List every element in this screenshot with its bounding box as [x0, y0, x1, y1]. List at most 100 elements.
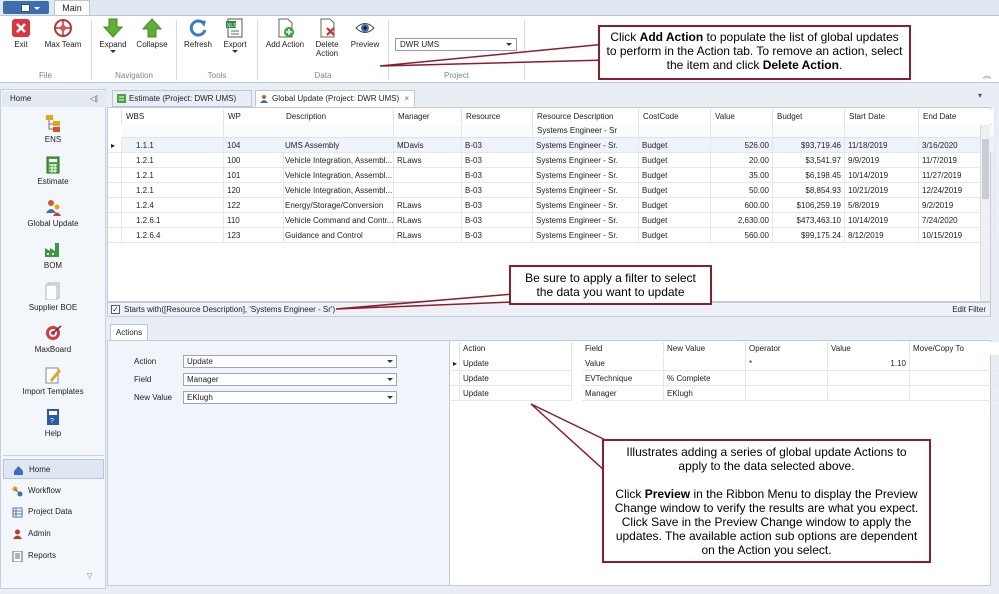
bottom-nav-home[interactable]: Home — [3, 459, 104, 479]
bottom-nav-workflow[interactable]: Workflow — [3, 481, 104, 501]
exit-button[interactable]: Exit — [5, 18, 37, 49]
filter-cell[interactable] — [282, 125, 394, 138]
column-header[interactable]: Resource Description — [533, 109, 639, 124]
grid-cell[interactable]: 1.2.1 — [122, 153, 224, 168]
grid-cell[interactable]: 1.1.1 — [122, 138, 224, 153]
actions-cell[interactable] — [828, 371, 910, 386]
sidebar-item-ens[interactable]: ENS — [1, 114, 105, 144]
collapse-sidebar-icon[interactable]: ◁| — [90, 94, 98, 103]
filter-cell[interactable] — [394, 125, 462, 138]
grid-cell[interactable]: B-03 — [462, 183, 533, 198]
filter-cell[interactable] — [711, 125, 773, 138]
grid-cell[interactable]: 5/8/2019 — [845, 198, 919, 213]
column-header[interactable]: Description — [282, 109, 394, 124]
grid-cell[interactable]: RLaws — [394, 213, 462, 228]
grid-cell[interactable]: Systems Engineer - Sr. — [533, 138, 639, 153]
row-selector[interactable] — [108, 153, 122, 168]
grid-cell[interactable]: 10/14/2019 — [845, 168, 919, 183]
grid-cell[interactable]: 123 — [224, 228, 284, 243]
grid-cell[interactable]: RLaws — [394, 153, 462, 168]
grid-cell[interactable]: $6,198.45 — [773, 168, 845, 183]
actions-cell[interactable] — [664, 356, 746, 371]
grid-cell[interactable]: Systems Engineer - Sr. — [533, 213, 639, 228]
actions-cell[interactable] — [910, 386, 999, 401]
grid-cell[interactable]: 35.00 — [711, 168, 773, 183]
bottom-nav-reports[interactable]: Reports — [3, 546, 104, 566]
row-selector[interactable] — [108, 168, 122, 183]
grid-cell[interactable]: Budget — [639, 213, 711, 228]
grid-cell[interactable]: Budget — [639, 153, 711, 168]
project-select[interactable]: DWR UMS — [395, 38, 517, 51]
grid-cell[interactable]: 560.00 — [711, 228, 773, 243]
edit-filter-link[interactable]: Edit Filter — [952, 303, 986, 316]
actions-column-header[interactable]: Field — [582, 342, 664, 355]
field-select[interactable]: Manager — [183, 373, 397, 386]
expand-button[interactable]: Expand — [96, 18, 130, 56]
sidebar-item-help[interactable]: ? Help — [1, 408, 105, 438]
grid-cell[interactable]: $8,854.93 — [773, 183, 845, 198]
scrollbar-thumb[interactable] — [982, 139, 989, 199]
grid-cell[interactable]: 10/21/2019 — [845, 183, 919, 198]
grid-scrollbar[interactable] — [980, 125, 990, 301]
tab-main[interactable]: Main — [54, 0, 90, 16]
grid-cell[interactable]: B-03 — [462, 168, 533, 183]
grid-cell[interactable]: Energy/Storage/Conversion — [282, 198, 394, 213]
actions-cell[interactable]: * — [746, 356, 828, 371]
filter-cell[interactable] — [773, 125, 845, 138]
actions-cell[interactable] — [746, 386, 828, 401]
grid-cell[interactable]: $93,719.46 — [773, 138, 845, 153]
column-header[interactable]: CostCode — [639, 109, 711, 124]
grid-cell[interactable]: Systems Engineer - Sr. — [533, 183, 639, 198]
filter-cell[interactable] — [639, 125, 711, 138]
tab-estimate[interactable]: Estimate (Project: DWR UMS) — [112, 90, 252, 107]
bottom-nav-admin[interactable]: Admin — [3, 524, 104, 544]
filter-cell[interactable] — [224, 125, 284, 138]
grid-cell[interactable]: 1.2.4 — [122, 198, 224, 213]
grid-cell[interactable]: 101 — [224, 168, 284, 183]
grid-cell[interactable]: 120 — [224, 183, 284, 198]
row-selector[interactable] — [108, 183, 122, 198]
actions-cell[interactable]: 1.10 — [828, 356, 910, 371]
column-header[interactable]: Start Date — [845, 109, 919, 124]
grid-cell[interactable]: 600.00 — [711, 198, 773, 213]
grid-cell[interactable]: RLaws — [394, 228, 462, 243]
grid-cell[interactable]: 526.00 — [711, 138, 773, 153]
column-header[interactable]: End Date — [919, 109, 995, 124]
actions-cell[interactable]: EKlugh — [664, 386, 746, 401]
grid-cell[interactable]: Systems Engineer - Sr. — [533, 168, 639, 183]
sidebar-configure-icon[interactable]: ▽ — [87, 572, 92, 580]
close-tab-icon[interactable]: × — [404, 91, 409, 106]
max-team-button[interactable]: Max Team — [42, 18, 84, 49]
grid-cell[interactable]: 11/18/2019 — [845, 138, 919, 153]
grid-cell[interactable]: 110 — [224, 213, 284, 228]
grid-cell[interactable]: 1.2.6.4 — [122, 228, 224, 243]
actions-cell[interactable]: Manager — [582, 386, 664, 401]
grid-cell[interactable]: Vehicle Integration, Assembl... — [282, 183, 394, 198]
column-header[interactable]: Budget — [773, 109, 845, 124]
grid-cell[interactable]: B-03 — [462, 198, 533, 213]
grid-cell[interactable]: Vehicle Command and Contr... — [282, 213, 394, 228]
bottom-nav-project-data[interactable]: Project Data — [3, 502, 104, 522]
grid-cell[interactable] — [394, 168, 462, 183]
sidebar-item-bom[interactable]: BOM — [1, 240, 105, 270]
tab-list-chevron-icon[interactable]: ▾ — [978, 91, 982, 100]
grid-cell[interactable]: MDavis — [394, 138, 462, 153]
column-header[interactable]: WP — [224, 109, 284, 124]
filter-cell[interactable]: Systems Engineer - Sr — [533, 125, 639, 138]
actions-column-header[interactable]: Move/Copy To — [910, 342, 999, 355]
sidebar-item-estimate[interactable]: Estimate — [1, 156, 105, 186]
actions-cell[interactable] — [746, 371, 828, 386]
actions-cell[interactable] — [910, 356, 999, 371]
grid-cell[interactable]: 100 — [224, 153, 284, 168]
row-selector[interactable]: ▸ — [108, 138, 122, 153]
grid-cell[interactable]: Budget — [639, 138, 711, 153]
actions-column-header[interactable]: New Value — [664, 342, 746, 355]
filter-cell[interactable] — [122, 125, 224, 138]
grid-cell[interactable]: $106,259.19 — [773, 198, 845, 213]
grid-cell[interactable]: Vehicle Integration, Assembl... — [282, 153, 394, 168]
actions-column-header[interactable]: Action — [460, 342, 572, 355]
grid-cell[interactable]: 104 — [224, 138, 284, 153]
actions-cell[interactable]: Update — [460, 386, 572, 401]
grid-cell[interactable]: $473,463.10 — [773, 213, 845, 228]
grid-cell[interactable]: B-03 — [462, 213, 533, 228]
